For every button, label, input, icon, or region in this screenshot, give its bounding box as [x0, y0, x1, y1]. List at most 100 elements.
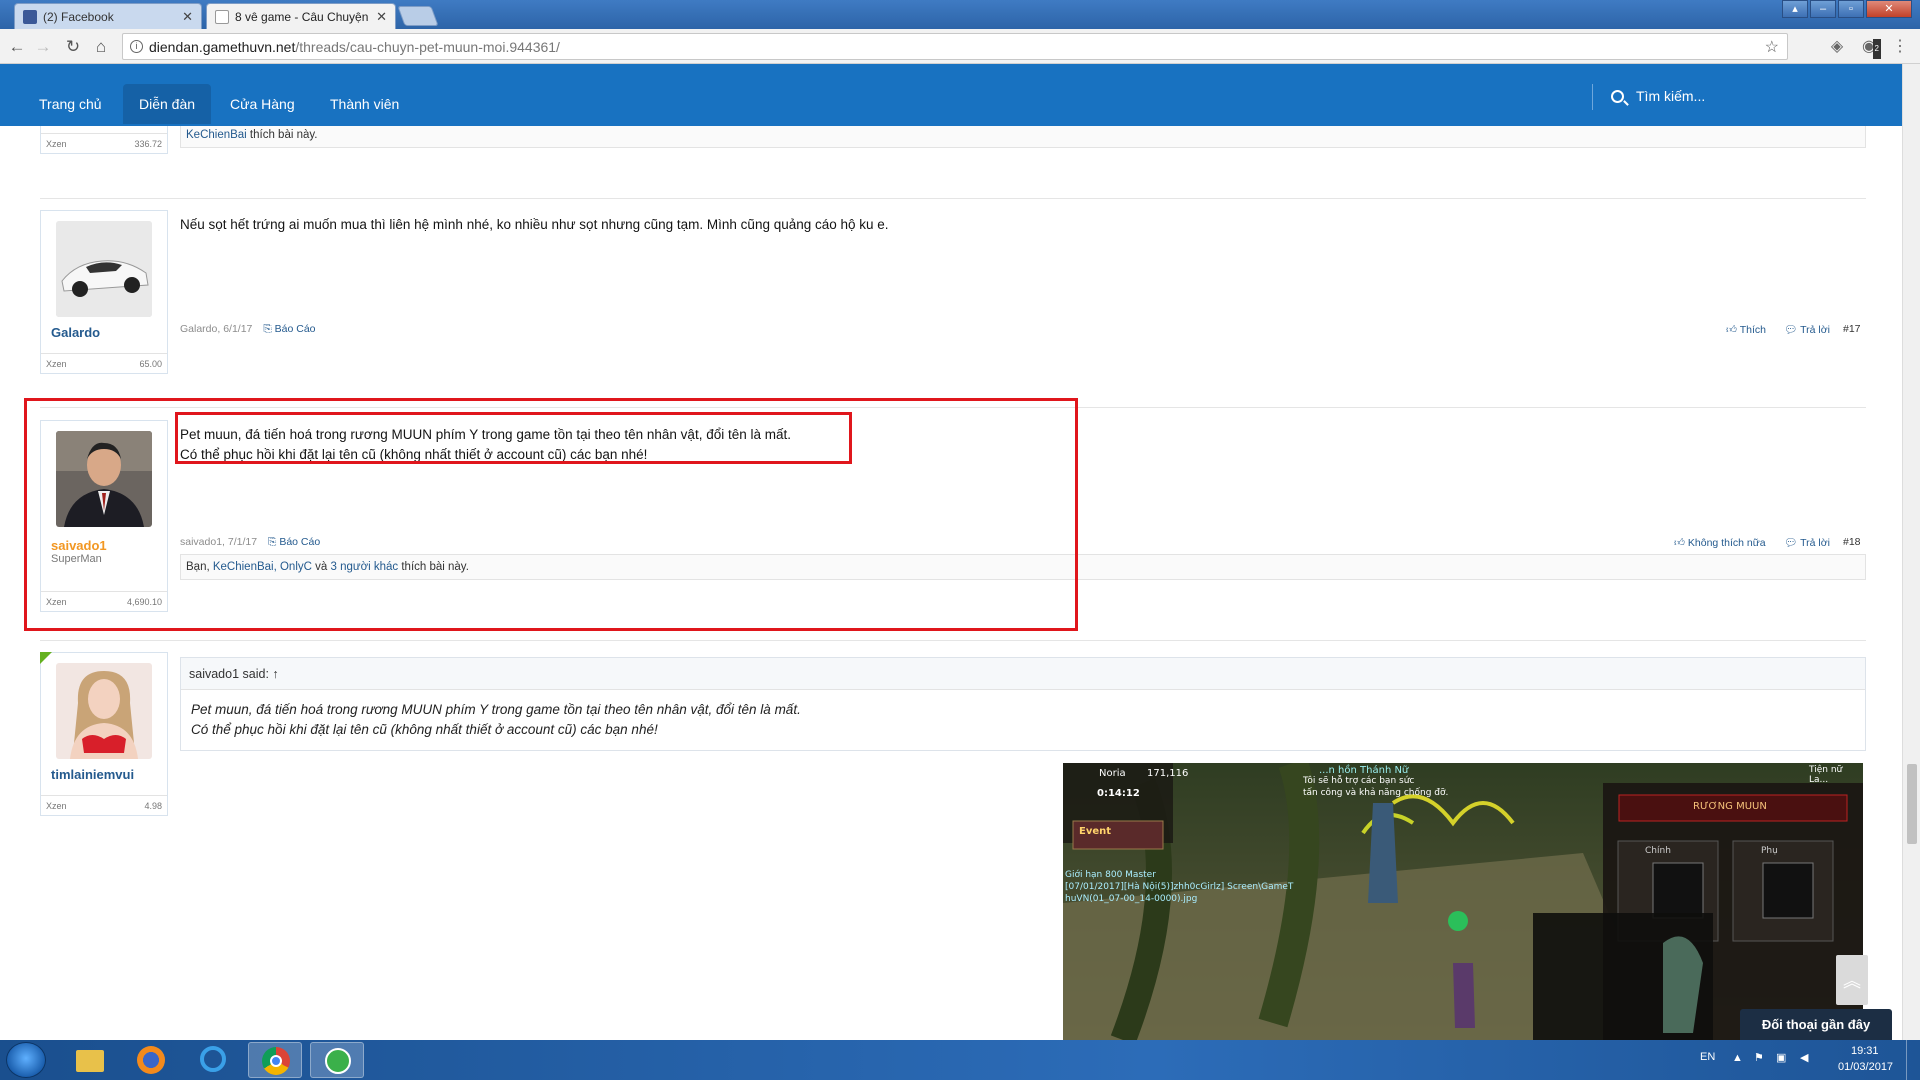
nav-forums[interactable]: Diễn đàn	[123, 84, 212, 124]
home-icon[interactable]: ⌂	[90, 36, 112, 58]
recent-chats-button[interactable]: Đối thoại gần đây	[1740, 1009, 1892, 1040]
user-info-box: timlainiemvui Xzen 4.98	[40, 652, 168, 816]
extension-badge-icon[interactable]: ◉ 2	[1859, 37, 1881, 59]
quote-line: Có thể phục hồi khi đặt lại tên cũ (khôn…	[191, 722, 658, 737]
unlike-button[interactable]: 👍︎ Không thích nữa	[1674, 536, 1766, 549]
user-info-box: Xzen 336.72	[40, 126, 168, 154]
reply-icon: 💬︎	[1784, 537, 1798, 549]
search-placeholder: Tìm kiếm...	[1636, 88, 1706, 104]
liker-names[interactable]: KeChienBai	[186, 129, 247, 141]
start-button[interactable]	[6, 1042, 46, 1078]
tab-title: 8 vê game - Câu Chuyện	[235, 10, 369, 24]
volume-icon[interactable]: ◀︎	[1800, 1051, 1808, 1064]
avatar[interactable]	[56, 221, 152, 317]
xzen-row: Xzen 4.98	[41, 795, 167, 815]
url-bar[interactable]: i diendan.gamethuvn.net/threads/cau-chuy…	[122, 33, 1788, 60]
chrome-icon[interactable]	[248, 1042, 302, 1078]
tab-thread[interactable]: 8 vê game - Câu Chuyện ✕	[206, 3, 396, 29]
file-explorer-icon[interactable]	[62, 1042, 116, 1078]
avatar[interactable]	[56, 663, 152, 759]
likes-suffix: thích bài này.	[246, 129, 318, 141]
language-indicator[interactable]: EN	[1700, 1051, 1715, 1063]
npc-line: tấn công và khả năng chống đỡ.	[1303, 788, 1449, 798]
user-info-box: Galardo Xzen 65.00	[40, 210, 168, 374]
quote-block: saivado1 said: ↑ Pet muun, đá tiến hoá t…	[180, 657, 1866, 751]
site-navigation: Trang chủ Diễn đàn Cửa Hàng Thành viên T…	[0, 64, 1902, 126]
new-post-marker	[40, 652, 52, 664]
thumbs-up-icon: 👍︎	[1726, 324, 1737, 336]
minimize-button[interactable]: –	[1810, 0, 1836, 18]
username[interactable]: Galardo	[51, 325, 100, 340]
xzen-value: 4.98	[144, 801, 162, 811]
reply-label: Trả lời	[1800, 537, 1830, 549]
scrollbar-thumb[interactable]	[1907, 764, 1917, 844]
close-icon[interactable]: ✕	[182, 9, 193, 25]
url-host: diendan.gamethuvn.net	[149, 39, 296, 55]
xzen-label: Xzen	[46, 359, 67, 369]
clock-date[interactable]: 01/03/2017	[1838, 1061, 1893, 1073]
reply-icon: 💬︎	[1784, 324, 1798, 336]
username[interactable]: timlainiemvui	[51, 767, 134, 782]
report-icon: ⎘	[263, 323, 272, 335]
xzen-label: Xzen	[46, 801, 67, 811]
panel-tab-sub: Phụ	[1761, 846, 1778, 856]
new-tab-button[interactable]	[397, 6, 439, 26]
firefox-icon[interactable]	[124, 1042, 178, 1078]
game-screenshot-image[interactable]: Noria 171,116 0:14:12 Event ...n hồn Thá…	[1063, 763, 1863, 1040]
xzen-row: Xzen 65.00	[41, 353, 167, 373]
post-meta: Galardo, 6/1/17 ⎘ Báo Cáo	[180, 323, 316, 336]
post-number[interactable]: #18	[1843, 536, 1861, 548]
thumbs-up-icon: 👍︎	[1674, 537, 1685, 549]
npc-title: ...n hồn Thánh Nữ	[1319, 765, 1409, 776]
show-desktop-button[interactable]	[1906, 1040, 1920, 1080]
address-toolbar: ← → ↻ ⌂ i diendan.gamethuvn.net/threads/…	[0, 29, 1920, 64]
likes-summary: KeChienBai thích bài này.	[180, 126, 1866, 148]
reply-button[interactable]: 💬︎ Trả lời	[1784, 323, 1830, 336]
reply-button[interactable]: 💬︎ Trả lời	[1784, 536, 1830, 549]
chevron-up-icon: ︽	[1843, 971, 1861, 991]
flag-icon[interactable]: ⚑	[1754, 1051, 1764, 1064]
like-button[interactable]: 👍︎ Thích	[1726, 323, 1766, 336]
clock-time[interactable]: 19:31	[1851, 1045, 1879, 1057]
windows-taskbar: EN ▲ ⚑ ▣ ◀︎ 19:31 01/03/2017	[0, 1040, 1920, 1080]
close-window-button[interactable]: ✕	[1866, 0, 1912, 18]
unlike-label: Không thích nữa	[1687, 537, 1766, 549]
quote-header[interactable]: saivado1 said: ↑	[181, 658, 1865, 690]
tray-expand-icon[interactable]: ▲	[1732, 1052, 1743, 1064]
internet-explorer-icon[interactable]	[186, 1042, 240, 1078]
forward-arrow-icon[interactable]: →	[32, 36, 54, 58]
post-author-date[interactable]: Galardo, 6/1/17	[180, 323, 252, 335]
facebook-icon	[23, 10, 37, 24]
maximize-button[interactable]: ▫	[1838, 0, 1864, 18]
quote-line: Pet muun, đá tiến hoá trong rương MUUN p…	[191, 702, 801, 717]
search-box[interactable]: Tìm kiếm...	[1592, 84, 1705, 110]
reload-icon[interactable]: ↻	[62, 36, 84, 58]
xzen-value: 336.72	[134, 139, 162, 149]
car-avatar-image	[56, 221, 152, 317]
nav-members[interactable]: Thành viên	[314, 84, 415, 124]
menu-icon[interactable]: ⋮	[1890, 37, 1910, 57]
extension-icon[interactable]: ◈	[1827, 37, 1847, 57]
network-icon[interactable]: ▣	[1776, 1051, 1786, 1064]
event-label: Event	[1079, 826, 1112, 837]
npc-line: Tôi sẽ hỗ trợ các bạn sức	[1303, 776, 1415, 786]
like-label: Thích	[1739, 324, 1766, 336]
game-timer: 0:14:12	[1097, 788, 1140, 799]
report-link[interactable]: Báo Cáo	[275, 323, 316, 335]
post-message: Nếu sọt hết trứng ai muốn mua thì liên h…	[180, 217, 889, 232]
tab-facebook[interactable]: (2) Facebook ✕	[14, 3, 202, 29]
nav-home[interactable]: Trang chủ	[23, 84, 118, 124]
post-number[interactable]: #17	[1843, 323, 1861, 335]
scroll-to-top-button[interactable]: ︽	[1836, 955, 1868, 1005]
nav-shop[interactable]: Cửa Hàng	[214, 84, 311, 124]
back-arrow-icon[interactable]: ←	[6, 36, 28, 58]
info-icon[interactable]: i	[130, 40, 143, 53]
bookmark-star-icon[interactable]: ☆	[1765, 37, 1779, 57]
user-icon[interactable]: ▴	[1782, 0, 1808, 18]
tab-title: (2) Facebook	[43, 10, 114, 24]
close-icon[interactable]: ✕	[376, 9, 387, 25]
xzen-value: 65.00	[139, 359, 162, 369]
app-icon[interactable]	[310, 1042, 364, 1078]
page-scrollbar[interactable]	[1902, 64, 1920, 1040]
post-separator	[40, 198, 1866, 199]
